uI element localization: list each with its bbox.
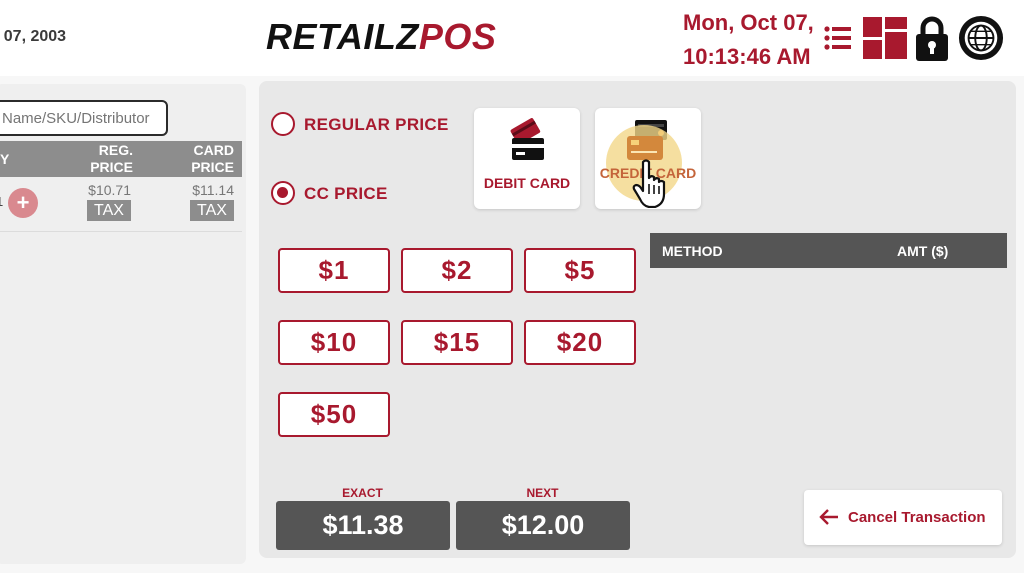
lock-icon[interactable] <box>909 14 955 62</box>
column-reg-price-line2: PRICE <box>90 159 133 175</box>
clock-time: 10:13:46 AM <box>683 44 811 69</box>
header-date: t 07, 2003 <box>0 28 67 45</box>
regular-price-radio[interactable] <box>271 112 295 136</box>
cash-button-15[interactable]: $15 <box>401 320 513 365</box>
column-method: METHOD <box>662 243 723 259</box>
globe-icon[interactable] <box>958 14 1004 62</box>
header-bar: t 07, 2003 RETAILZPOS Mon, Oct 07, 2003 … <box>0 0 1024 76</box>
cash-button-5[interactable]: $5 <box>524 248 636 293</box>
cash-button-1[interactable]: $1 <box>278 248 390 293</box>
debit-card-label: DEBIT CARD <box>483 175 571 191</box>
column-reg-price: REG. PRICE <box>76 142 133 176</box>
next-label: NEXT <box>526 486 559 500</box>
cc-price-radio[interactable] <box>271 181 295 205</box>
increase-qty-button[interactable]: + <box>8 188 38 218</box>
column-card-price: CARD PRICE <box>176 142 234 176</box>
arrow-left-icon <box>819 509 838 525</box>
dashboard-icon[interactable] <box>862 14 908 62</box>
regular-price-label[interactable]: REGULAR PRICE <box>304 115 449 135</box>
app-logo: RETAILZPOS <box>266 16 496 58</box>
column-card-price-line1: CARD <box>193 142 234 158</box>
row-card-price: $11.14 <box>192 182 234 198</box>
cart-table-header: Y REG. PRICE CARD PRICE <box>0 141 242 177</box>
debit-card-icon <box>510 118 544 160</box>
cash-button-20[interactable]: $20 <box>524 320 636 365</box>
payment-methods-header: METHOD AMT ($) <box>650 233 1007 268</box>
next-amount-button[interactable]: $12.00 <box>456 501 630 550</box>
cancel-transaction-button[interactable]: Cancel Transaction <box>804 490 1002 545</box>
cart-row: 1 + $10.71 TAX $11.14 TAX <box>0 178 242 232</box>
column-qty: Y <box>0 151 10 167</box>
logo-text-pos: POS <box>418 16 497 57</box>
row-reg-price: $10.71 <box>88 182 131 198</box>
exact-label: EXACT <box>342 486 383 500</box>
cc-price-label[interactable]: CC PRICE <box>304 184 388 204</box>
exact-amount-button[interactable]: $11.38 <box>276 501 450 550</box>
hand-pointer-icon <box>632 159 666 208</box>
radio-selected-dot <box>277 187 288 198</box>
cash-button-2[interactable]: $2 <box>401 248 513 293</box>
list-icon[interactable] <box>815 14 861 62</box>
search-input[interactable] <box>0 100 168 136</box>
column-reg-price-line1: REG. <box>98 142 133 158</box>
cash-button-50[interactable]: $50 <box>278 392 390 437</box>
header-clock: Mon, Oct 07, 2003 10:13:46 AM <box>683 6 813 70</box>
row-reg-tax-badge: TAX <box>87 200 131 221</box>
logo-text-retailz: RETAILZ <box>266 16 419 57</box>
row-qty: 1 <box>0 194 3 209</box>
clock-date: Mon, Oct 07, 2003 <box>683 10 813 35</box>
credit-card-button[interactable]: CREDIT CARD <box>595 108 701 209</box>
debit-card-button[interactable]: DEBIT CARD <box>474 108 580 209</box>
column-card-price-line2: PRICE <box>191 159 234 175</box>
column-amount: AMT ($) <box>897 243 949 259</box>
row-card-tax-badge: TAX <box>190 200 234 221</box>
cash-button-10[interactable]: $10 <box>278 320 390 365</box>
cancel-transaction-label: Cancel Transaction <box>848 509 986 526</box>
